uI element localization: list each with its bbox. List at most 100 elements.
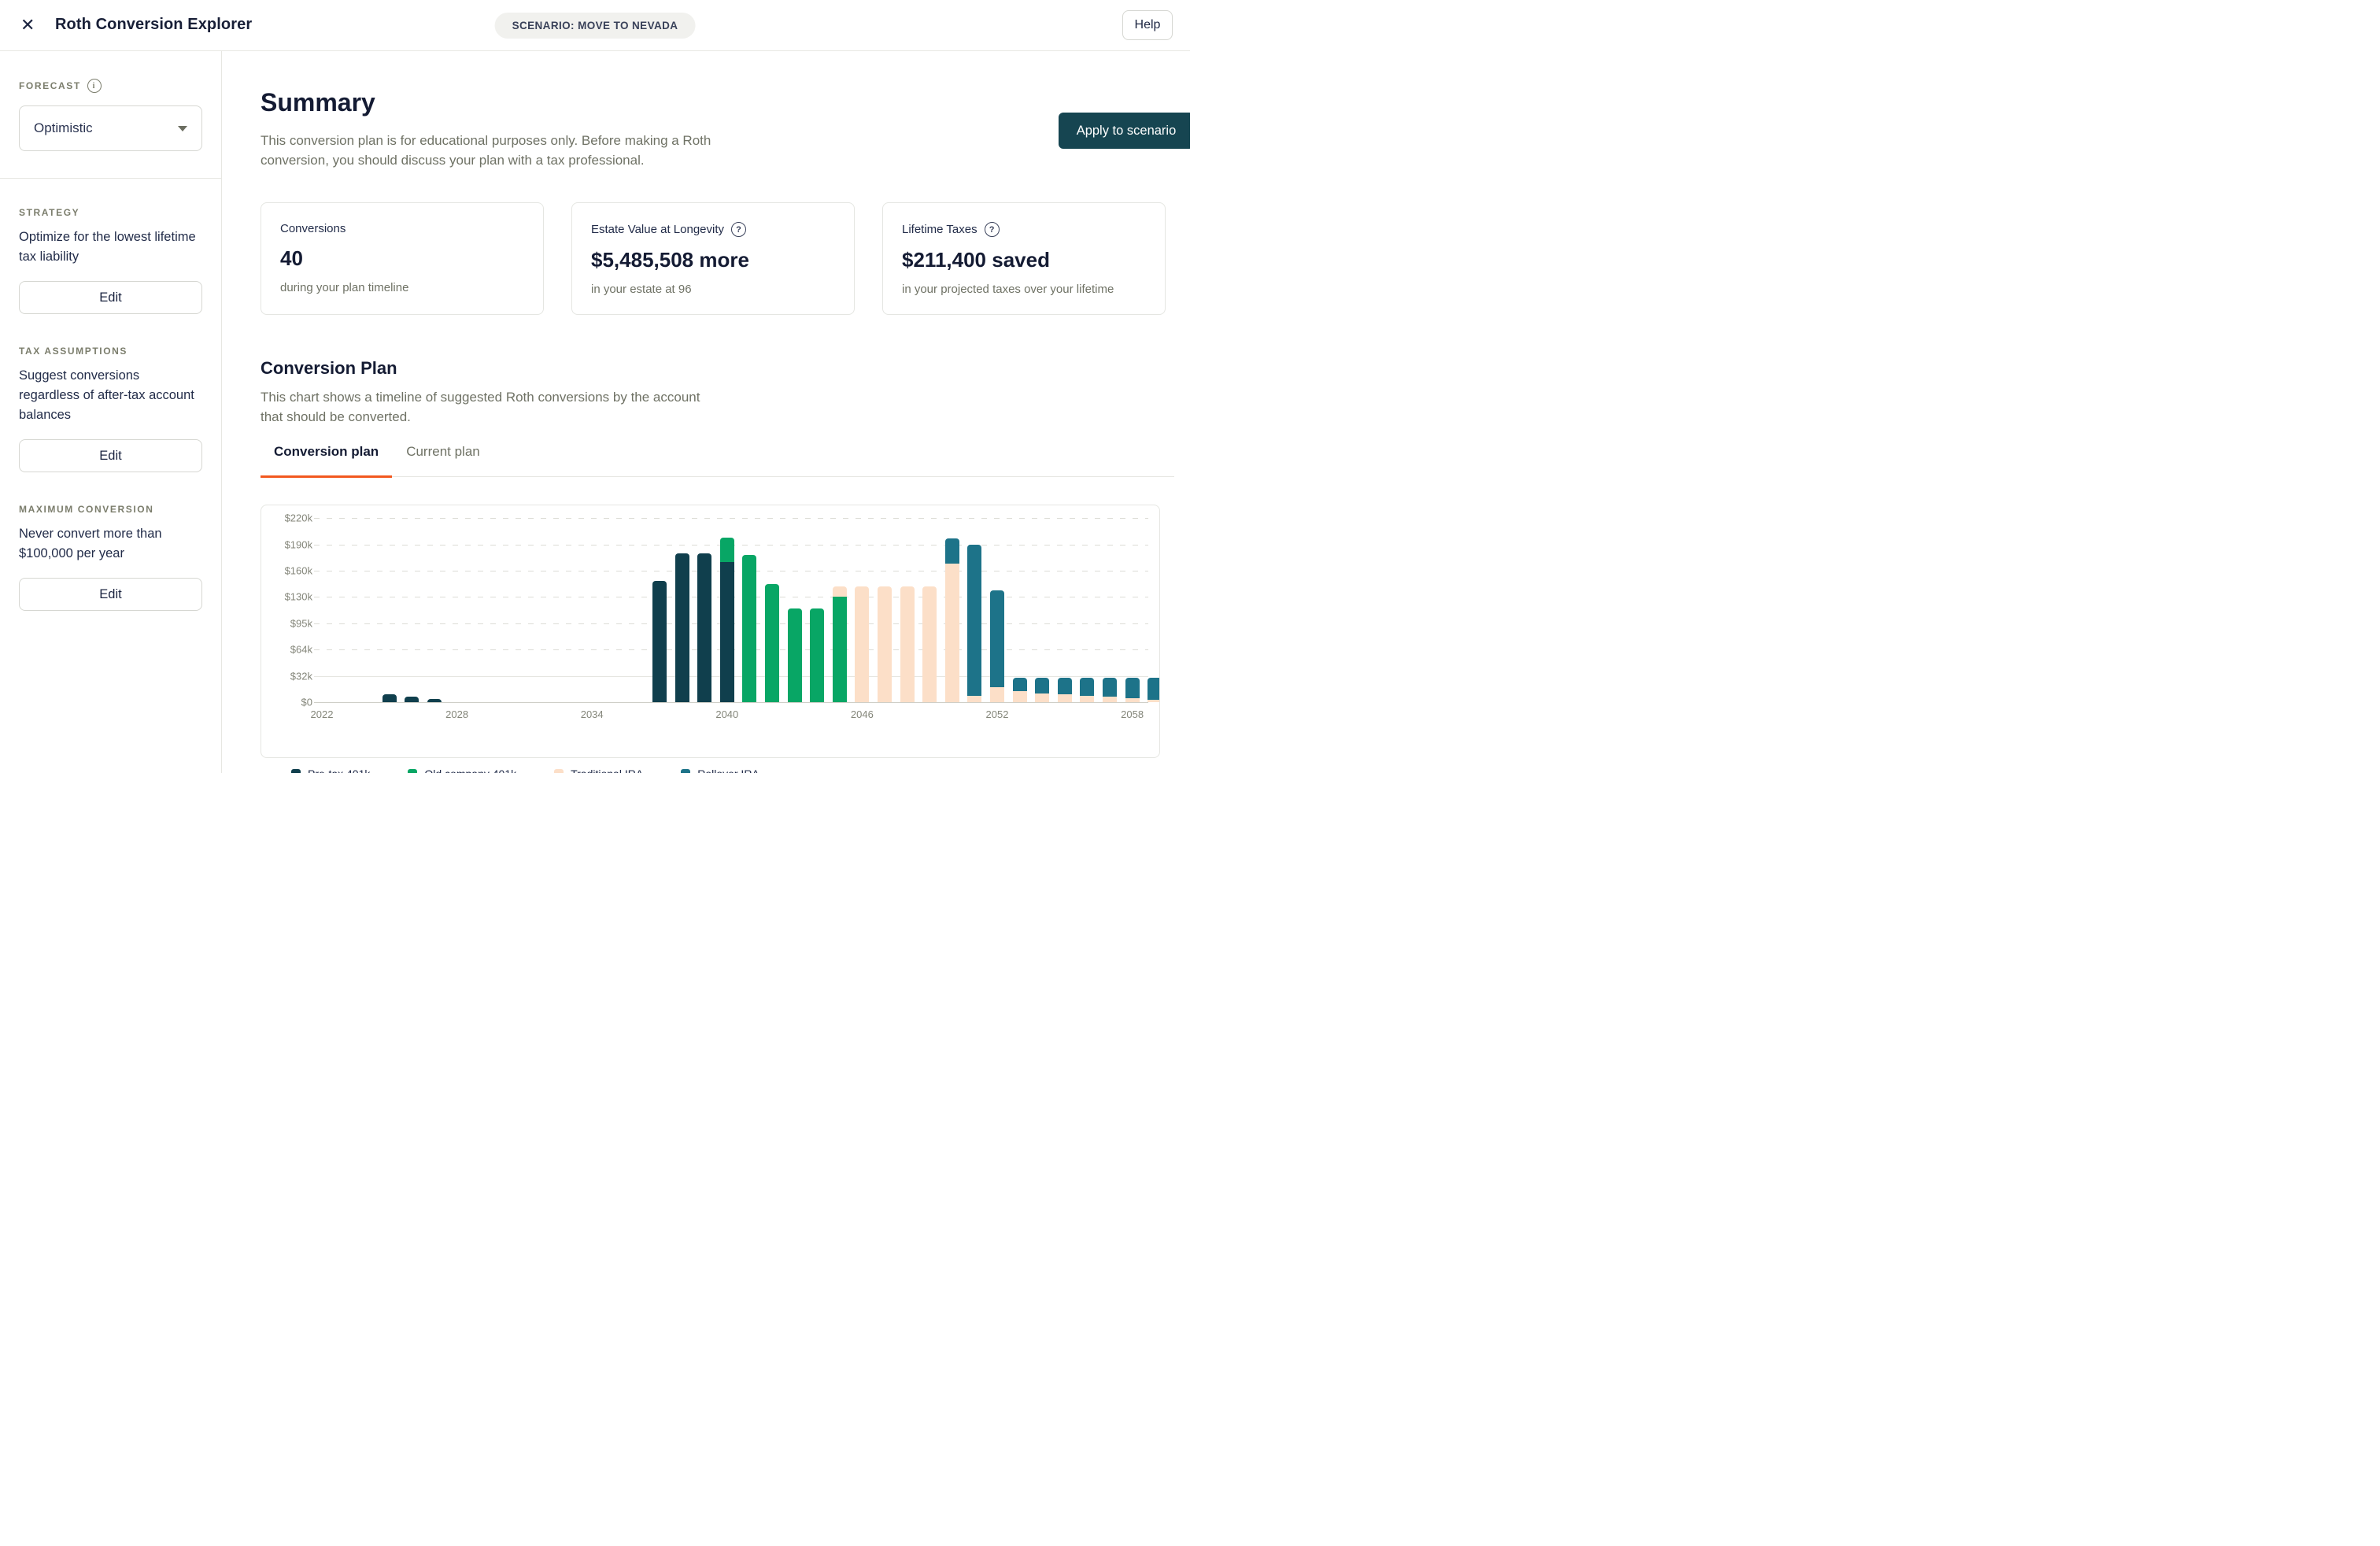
chart-bar-2046[interactable] bbox=[855, 586, 869, 702]
bar-segment bbox=[1035, 693, 1049, 702]
conversions-card-caption: during your plan timeline bbox=[280, 281, 524, 294]
estate-value-card-title: Estate Value at Longevity ? bbox=[591, 222, 835, 237]
bar-segment bbox=[720, 538, 734, 562]
chart-bar-2047[interactable] bbox=[878, 586, 892, 702]
help-icon[interactable]: ? bbox=[731, 222, 746, 237]
tax-assumptions-label: TAX ASSUMPTIONS bbox=[19, 346, 202, 357]
bar-segment bbox=[675, 553, 689, 702]
legend-swatch bbox=[554, 769, 564, 773]
help-button[interactable]: Help bbox=[1122, 10, 1173, 40]
bar-segment bbox=[720, 562, 734, 702]
chart-bar-2050[interactable] bbox=[945, 538, 959, 702]
bar-segment bbox=[810, 608, 824, 702]
bar-segment bbox=[1058, 678, 1072, 694]
header-bar: ✕ Roth Conversion Explorer SCENARIO: MOV… bbox=[0, 0, 1190, 51]
forecast-label: FORECAST i bbox=[19, 79, 202, 93]
y-axis-tick-label: $0 bbox=[301, 697, 312, 708]
page-title: Summary bbox=[261, 88, 375, 117]
chart-bar-2057[interactable] bbox=[1103, 678, 1117, 702]
y-axis-tick-label: $95k bbox=[290, 617, 312, 629]
info-icon[interactable]: i bbox=[87, 79, 102, 93]
chart-bar-2054[interactable] bbox=[1035, 678, 1049, 702]
chart-bar-2045[interactable] bbox=[833, 586, 847, 702]
legend-item: Traditional IRA bbox=[554, 767, 643, 773]
chart-bar-2049[interactable] bbox=[922, 586, 937, 702]
bar-segment bbox=[900, 586, 915, 702]
chart-bar-2027[interactable] bbox=[427, 699, 442, 702]
chart-bar-2043[interactable] bbox=[788, 608, 802, 702]
chart-bar-2042[interactable] bbox=[765, 584, 779, 702]
gridline bbox=[314, 702, 1148, 703]
bar-segment bbox=[990, 687, 1004, 702]
x-axis-tick-label: 2052 bbox=[986, 708, 1009, 720]
strategy-label: STRATEGY bbox=[19, 207, 202, 218]
bar-segment bbox=[1103, 678, 1117, 697]
bar-segment bbox=[878, 586, 892, 702]
y-axis-tick-label: $220k bbox=[285, 512, 312, 524]
forecast-section: FORECAST i Optimistic bbox=[0, 50, 221, 179]
bar-segment bbox=[1103, 697, 1117, 702]
chart-bar-2053[interactable] bbox=[1013, 678, 1027, 702]
bar-segment bbox=[1148, 678, 1160, 700]
chart-bar-2048[interactable] bbox=[900, 586, 915, 702]
bar-segment bbox=[1148, 700, 1160, 702]
x-axis-tick-label: 2022 bbox=[311, 708, 334, 720]
bar-segment bbox=[855, 586, 869, 702]
chart-bar-2025[interactable] bbox=[382, 694, 397, 702]
chart-bar-2056[interactable] bbox=[1080, 678, 1094, 702]
bar-segment bbox=[697, 553, 711, 702]
lifetime-taxes-card: Lifetime Taxes ? $211,400 saved in your … bbox=[882, 202, 1166, 315]
conversion-plan-chart-card: $0$32k$64k$95k$130k$160k$190k$220k202220… bbox=[261, 505, 1160, 758]
strategy-section: STRATEGY Optimize for the lowest lifetim… bbox=[0, 179, 221, 314]
help-icon[interactable]: ? bbox=[985, 222, 1000, 237]
chart-bar-2040[interactable] bbox=[720, 538, 734, 702]
chart-bar-2026[interactable] bbox=[405, 697, 419, 702]
tax-assumptions-section: TAX ASSUMPTIONS Suggest conversions rega… bbox=[0, 314, 221, 472]
estate-value-card: Estate Value at Longevity ? $5,485,508 m… bbox=[571, 202, 855, 315]
tab-conversion-plan[interactable]: Conversion plan bbox=[274, 444, 379, 476]
chart-bar-2041[interactable] bbox=[742, 555, 756, 702]
y-axis-tick-label: $64k bbox=[290, 644, 312, 656]
bar-segment bbox=[765, 584, 779, 702]
max-conversion-label: MAXIMUM CONVERSION bbox=[19, 504, 202, 515]
chart-bar-2059[interactable] bbox=[1148, 678, 1160, 702]
max-conversion-edit-button[interactable]: Edit bbox=[19, 578, 202, 611]
chart-bar-2055[interactable] bbox=[1058, 678, 1072, 702]
summary-cards-row: Conversions 40 during your plan timeline… bbox=[261, 202, 1166, 315]
chart-bar-2037[interactable] bbox=[652, 581, 667, 702]
tax-assumptions-text: Suggest conversions regardless of after-… bbox=[19, 366, 202, 425]
y-axis-tick-label: $160k bbox=[285, 565, 312, 577]
tax-assumptions-edit-button[interactable]: Edit bbox=[19, 439, 202, 472]
conversions-card-title-text: Conversions bbox=[280, 222, 346, 235]
chart-bar-2039[interactable] bbox=[697, 553, 711, 702]
chart-legend: Pre-tax 401kOld company 401kTraditional … bbox=[291, 767, 759, 773]
app-title: Roth Conversion Explorer bbox=[55, 16, 252, 34]
chart-bar-2058[interactable] bbox=[1125, 678, 1140, 702]
legend-item: Old company 401k bbox=[408, 767, 516, 773]
bar-segment bbox=[1058, 694, 1072, 702]
bar-segment bbox=[1125, 678, 1140, 698]
chart-bar-2052[interactable] bbox=[990, 590, 1004, 703]
chart-bar-2038[interactable] bbox=[675, 553, 689, 702]
legend-swatch bbox=[681, 769, 690, 773]
conversion-plan-description: This chart shows a timeline of suggested… bbox=[261, 387, 725, 427]
chart-tabs: Conversion plan Current plan bbox=[261, 444, 1174, 477]
forecast-dropdown[interactable]: Optimistic bbox=[19, 105, 202, 151]
bar-segment bbox=[405, 697, 419, 702]
chart-bar-2044[interactable] bbox=[810, 608, 824, 702]
lifetime-taxes-card-title: Lifetime Taxes ? bbox=[902, 222, 1146, 237]
close-icon[interactable]: ✕ bbox=[20, 16, 35, 35]
tab-current-plan[interactable]: Current plan bbox=[406, 444, 480, 476]
strategy-text: Optimize for the lowest lifetime tax lia… bbox=[19, 227, 202, 267]
legend-label: Traditional IRA bbox=[571, 767, 643, 773]
chart-bar-2051[interactable] bbox=[967, 545, 981, 702]
summary-disclaimer: This conversion plan is for educational … bbox=[261, 131, 733, 170]
max-conversion-text: Never convert more than $100,000 per yea… bbox=[19, 524, 202, 564]
bar-segment bbox=[945, 564, 959, 702]
bar-segment bbox=[922, 586, 937, 702]
estate-value-card-title-text: Estate Value at Longevity bbox=[591, 223, 724, 236]
apply-to-scenario-button[interactable]: Apply to scenario bbox=[1059, 113, 1190, 149]
strategy-edit-button[interactable]: Edit bbox=[19, 281, 202, 314]
x-axis-tick-label: 2046 bbox=[851, 708, 874, 720]
gridline bbox=[314, 518, 1148, 519]
